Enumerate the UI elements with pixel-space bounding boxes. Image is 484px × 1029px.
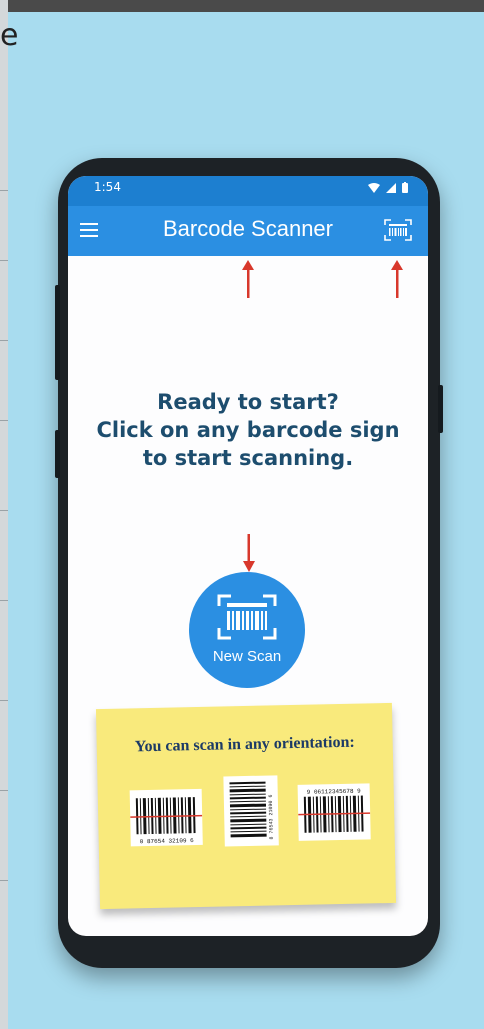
- barcode-scan-icon[interactable]: [384, 219, 412, 241]
- battery-icon: [402, 182, 408, 193]
- orientation-note: You can scan in any orientation: 0 87654…: [95, 702, 397, 910]
- barcode-number: 8 76543 21090 6: [268, 794, 275, 839]
- barcode-sample-vertical: 8 76543 21090 6: [223, 775, 279, 847]
- new-scan-button[interactable]: New Scan: [189, 572, 305, 688]
- status-bar: 1:54: [68, 176, 428, 206]
- new-scan-label: New Scan: [212, 648, 282, 665]
- annotation-arrow: [243, 534, 255, 572]
- barcode-number: 0 87654 32109 6: [140, 837, 195, 845]
- barcode-sample-horizontal: 0 87654 32109 6: [129, 788, 203, 847]
- signal-icon: [386, 182, 396, 193]
- barcode-number: 9 06112345678 9: [307, 788, 362, 796]
- ready-prompt: Ready to start? Click on any barcode sig…: [68, 388, 428, 472]
- background-window-letter: e: [0, 18, 19, 53]
- app-bar: Barcode Scanner: [68, 206, 428, 256]
- barcode-scan-icon: [217, 594, 277, 640]
- status-time: 1:54: [94, 180, 121, 194]
- background-window-edge: [0, 0, 8, 1029]
- phone-power-button: [438, 385, 443, 433]
- prompt-line-3: to start scanning.: [142, 446, 354, 470]
- phone-side-button: [55, 285, 60, 380]
- annotation-arrow: [391, 260, 403, 298]
- barcode-sample-rotated: 9 06112345678 9: [297, 783, 371, 841]
- window-top-strip: [0, 0, 484, 12]
- phone-screen: 1:54 Barcode Scanner Ready to start? Cli…: [68, 176, 428, 936]
- prompt-line-1: Ready to start?: [157, 390, 339, 414]
- orientation-note-text: You can scan in any orientation:: [134, 733, 355, 756]
- app-title: Barcode Scanner: [163, 216, 333, 241]
- phone-side-button: [55, 430, 60, 478]
- prompt-line-2: Click on any barcode sign: [96, 418, 400, 442]
- wifi-icon: [368, 182, 380, 193]
- annotation-arrow: [242, 260, 254, 298]
